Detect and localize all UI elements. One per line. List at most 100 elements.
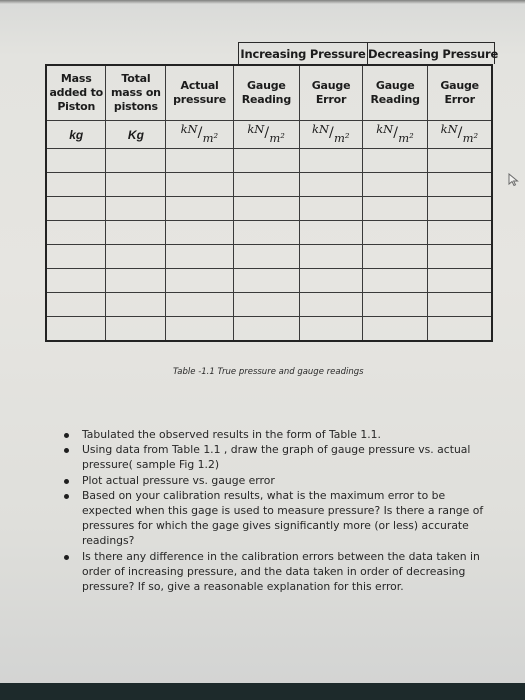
table-cell <box>105 196 167 221</box>
pressure-readings-table: Mass added to Piston Total mass on pisto… <box>45 64 493 342</box>
question-item: Based on your calibration results, what … <box>62 488 487 549</box>
question-text: Plot actual pressure vs. gauge error <box>82 473 275 487</box>
table-cell <box>45 292 107 317</box>
question-item: Using data from Table 1.1 , draw the gra… <box>62 442 487 472</box>
question-text: Using data from Table 1.1 , draw the gra… <box>82 443 471 472</box>
unit-numerator: kN <box>180 122 198 136</box>
table-cell <box>427 196 493 221</box>
table-cell <box>362 172 429 197</box>
unit-kn-per-m2: kN / m² <box>362 120 429 149</box>
table-cell <box>105 316 167 342</box>
unit-numerator: kN <box>312 122 330 136</box>
table-row <box>45 220 493 245</box>
bullet-icon <box>64 554 69 560</box>
header-line: pistons <box>113 100 158 113</box>
question-item: Is there any difference in the calibrati… <box>62 549 487 595</box>
table-cell <box>165 220 234 245</box>
header-line: mass on <box>111 86 161 99</box>
table-cell <box>165 316 234 342</box>
unit-kn-per-m2: kN / m² <box>298 120 364 149</box>
table-cell <box>427 220 493 245</box>
table-cell <box>165 172 234 197</box>
unit-denominator: m² <box>334 131 350 145</box>
table-row <box>45 268 493 293</box>
table-cell <box>45 172 107 197</box>
group-header-row: Increasing Pressure Decreasing Pressure <box>238 42 498 64</box>
question-text: Tabulated the observed results in the fo… <box>82 428 381 441</box>
unit-kn-per-m2: kN / m² <box>427 120 493 149</box>
monitor-bezel <box>0 683 525 700</box>
table-cell <box>298 244 364 269</box>
table-cell <box>165 196 234 221</box>
table-cell <box>105 220 167 245</box>
table-cell <box>165 244 234 269</box>
table-cell <box>298 292 364 317</box>
table-cell <box>105 148 167 173</box>
bullet-icon <box>64 433 69 438</box>
table-cell <box>362 196 429 221</box>
table-cell <box>298 316 364 342</box>
unit-kg: Kg <box>105 120 167 149</box>
photo-top-edge <box>0 0 525 4</box>
table-cell <box>165 148 234 173</box>
table-row <box>45 148 493 173</box>
table-cell <box>105 292 167 317</box>
header-inc-gauge-error: Gauge Error <box>298 64 364 121</box>
table-caption: Table -1.1 True pressure and gauge readi… <box>173 367 364 377</box>
question-item: Tabulated the observed results in the fo… <box>62 427 487 442</box>
table-cell <box>362 316 429 342</box>
question-item: Plot actual pressure vs. gauge error <box>62 473 487 488</box>
table-cell <box>232 196 300 221</box>
unit-kg: kg <box>45 120 107 149</box>
column-header-row: Mass added to Piston Total mass on pisto… <box>45 64 493 121</box>
table-cell <box>232 148 300 173</box>
header-line: Mass <box>60 72 92 85</box>
table-cell <box>232 268 300 293</box>
table-cell <box>232 220 300 245</box>
table-cell <box>45 316 107 342</box>
table-cell <box>105 172 167 197</box>
group-header-decreasing: Decreasing Pressure <box>367 43 498 64</box>
table-cell <box>45 268 107 293</box>
table-cell <box>427 148 493 173</box>
table-cell <box>165 268 234 293</box>
questions-list: Tabulated the observed results in the fo… <box>62 427 487 594</box>
header-line: pressure <box>173 93 227 106</box>
header-line: Error <box>315 93 347 106</box>
table-cell <box>427 268 493 293</box>
table-cell <box>298 268 364 293</box>
table-cell <box>105 268 167 293</box>
table-cell <box>105 244 167 269</box>
table-cell <box>362 244 429 269</box>
table-cell <box>427 292 493 317</box>
unit-denominator: m² <box>398 131 414 145</box>
table-row <box>45 316 493 342</box>
unit-denominator: m² <box>269 131 285 145</box>
unit-denominator: m² <box>202 131 219 145</box>
table-cell <box>362 220 429 245</box>
unit-numerator: kN <box>376 122 394 136</box>
table-cell <box>298 220 364 245</box>
header-dec-gauge-reading: Gauge Reading <box>362 64 429 121</box>
unit-row: kg Kg kN / m² kN / m² kN / m² kN / m² kN / m² <box>45 120 493 149</box>
unit-kn-per-m2: kN / m² <box>165 120 234 149</box>
table-cell <box>45 244 107 269</box>
table-row <box>45 244 493 269</box>
header-line: Actual <box>180 79 219 92</box>
table-cell <box>45 148 107 173</box>
table-cell <box>362 148 429 173</box>
header-line: Reading <box>370 93 421 106</box>
table-cell <box>232 172 300 197</box>
table-cell <box>232 244 300 269</box>
header-line: Piston <box>57 100 96 113</box>
bullet-icon <box>64 478 69 484</box>
table-cell <box>362 268 429 293</box>
header-line: Total <box>121 72 151 85</box>
header-line: Gauge <box>311 79 351 92</box>
header-dec-gauge-error: Gauge Error <box>427 64 493 121</box>
header-inc-gauge-reading: Gauge Reading <box>232 64 300 121</box>
header-total-mass: Total mass on pistons <box>105 64 167 121</box>
table-row <box>45 172 493 197</box>
bullet-icon <box>64 448 69 454</box>
table-cell <box>298 172 364 197</box>
